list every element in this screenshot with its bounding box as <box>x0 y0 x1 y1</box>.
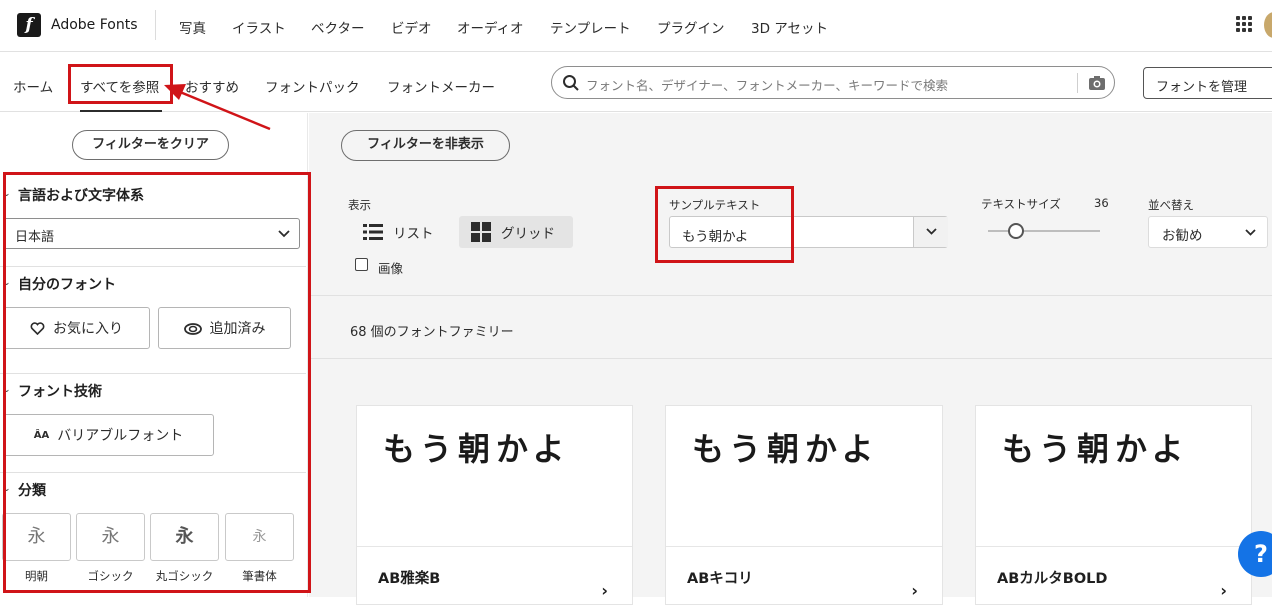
grid-icon <box>471 222 491 242</box>
collapse-chevron-icon[interactable]: ⌄ <box>3 189 11 199</box>
search-icon <box>563 75 579 91</box>
font-card[interactable]: もう朝かよ ABカルタBOLD › <box>975 405 1252 605</box>
list-view-button[interactable]: リスト <box>351 216 446 248</box>
search-input[interactable]: フォント名、デザイナー、フォントメーカー、キーワードで検索 <box>551 66 1115 99</box>
language-section-title[interactable]: 言語および文字体系 <box>18 185 144 205</box>
annotation-arrow <box>164 84 271 131</box>
subnav-foundries[interactable]: フォントメーカー <box>387 76 495 96</box>
favorites-label: お気に入り <box>53 321 123 337</box>
variable-font-icon: ÂA <box>33 429 50 441</box>
divider <box>309 295 1272 296</box>
subnav-home[interactable]: ホーム <box>13 76 53 96</box>
classification-section-title[interactable]: 分類 <box>18 480 46 500</box>
font-card-footer: ABキコリ › <box>666 546 942 606</box>
topnav-photos[interactable]: 写真 <box>179 17 206 37</box>
font-sample-text: もう朝かよ <box>1002 430 1190 468</box>
font-card-footer: AB雅楽B › <box>357 546 632 606</box>
my-fonts-section-title[interactable]: 自分のフォント <box>18 274 116 294</box>
classification-label: 明朝 <box>25 569 48 583</box>
heart-icon <box>30 321 45 335</box>
search-placeholder: フォント名、デザイナー、フォントメーカー、キーワードで検索 <box>586 78 949 93</box>
text-size-slider[interactable] <box>988 230 1100 232</box>
brand-name[interactable]: Adobe Fonts <box>51 17 138 33</box>
text-size-value: 36 <box>1094 196 1109 210</box>
variable-fonts-button[interactable]: ÂA バリアブルフォント <box>3 414 214 456</box>
font-card-footer: ABカルタBOLD › <box>976 546 1251 606</box>
divider <box>0 266 306 267</box>
manage-fonts-button[interactable]: フォントを管理 <box>1143 67 1272 99</box>
topnav-templates[interactable]: テンプレート <box>550 17 631 37</box>
text-size-label: テキストサイズ <box>981 197 1061 211</box>
topnav-videos[interactable]: ビデオ <box>391 17 432 37</box>
collapse-chevron-icon[interactable]: ⌄ <box>3 278 11 288</box>
sort-select[interactable]: お勧め <box>1148 216 1268 248</box>
list-icon <box>363 224 383 240</box>
hide-filters-button[interactable]: フィルターを非表示 <box>341 130 510 161</box>
sample-text-dropdown[interactable] <box>913 217 948 247</box>
classification-label: ゴシック <box>87 569 134 583</box>
sample-text-input[interactable]: もう朝かよ <box>669 216 948 248</box>
added-label: 追加済み <box>209 321 266 337</box>
camera-icon[interactable] <box>1088 75 1106 91</box>
sample-text-label: サンプルテキスト <box>669 198 761 212</box>
chevron-right-icon[interactable]: › <box>911 581 918 600</box>
font-tech-section-title[interactable]: フォント技術 <box>18 381 102 401</box>
avatar[interactable] <box>1264 12 1272 38</box>
divider <box>0 472 306 473</box>
classification-label: 丸ゴシック <box>155 569 214 583</box>
grid-view-label: グリッド <box>501 226 555 242</box>
search-divider <box>1077 73 1078 93</box>
subnav-browse-all[interactable]: すべてを参照 <box>80 76 159 96</box>
font-family-name[interactable]: ABカルタBOLD <box>997 567 1107 588</box>
language-select[interactable]: 日本語 <box>3 218 300 249</box>
adobe-fonts-logo-icon[interactable]: f <box>17 13 41 37</box>
grid-view-button[interactable]: グリッド <box>459 216 573 248</box>
classification-mincho[interactable]: 永 <box>2 513 71 561</box>
divider <box>309 358 1272 359</box>
app-switcher-icon[interactable] <box>1236 16 1253 33</box>
font-card[interactable]: もう朝かよ ABキコリ › <box>665 405 943 605</box>
classification-label: 筆書体 <box>242 569 277 583</box>
divider <box>0 373 306 374</box>
collapse-chevron-icon[interactable]: ⌄ <box>3 385 11 395</box>
chevron-down-icon <box>278 230 290 238</box>
view-label: 表示 <box>348 198 371 212</box>
topnav-3d-assets[interactable]: 3D アセット <box>751 17 828 37</box>
topnav-illustrations[interactable]: イラスト <box>232 17 286 37</box>
list-view-label: リスト <box>393 226 434 242</box>
divider <box>155 10 156 40</box>
language-select-value: 日本語 <box>15 230 55 245</box>
top-bar: f Adobe Fonts 写真 イラスト ベクター ビデオ オーディオ テンプ… <box>0 0 1272 52</box>
topnav-audio[interactable]: オーディオ <box>457 17 524 37</box>
creative-cloud-icon <box>183 322 202 335</box>
chevron-down-icon <box>1245 229 1256 236</box>
font-card[interactable]: もう朝かよ AB雅楽B › <box>356 405 633 605</box>
image-checkbox-label[interactable]: 画像 <box>378 258 403 277</box>
font-sample-text: もう朝かよ <box>692 430 880 468</box>
classification-maru-gothic[interactable]: 永 <box>150 513 219 561</box>
chevron-right-icon[interactable]: › <box>1220 581 1227 600</box>
sort-label: 並べ替え <box>1148 198 1194 212</box>
image-checkbox[interactable] <box>355 258 368 271</box>
active-tab-underline <box>80 110 162 112</box>
text-size-slider-handle[interactable] <box>1008 223 1024 239</box>
chevron-down-icon <box>925 228 937 235</box>
sample-text-value: もう朝かよ <box>682 229 749 245</box>
topnav-vectors[interactable]: ベクター <box>311 17 364 37</box>
result-count: 68 個のフォントファミリー <box>350 325 514 340</box>
topnav-plugins[interactable]: プラグイン <box>657 17 725 37</box>
collapse-chevron-icon[interactable]: ⌄ <box>3 484 11 494</box>
classification-gothic[interactable]: 永 <box>76 513 145 561</box>
font-sample-text: もう朝かよ <box>383 430 571 468</box>
favorites-button[interactable]: お気に入り <box>3 307 150 349</box>
font-family-name[interactable]: AB雅楽B <box>378 567 440 588</box>
classification-brush[interactable]: 永 <box>225 513 294 561</box>
chevron-right-icon[interactable]: › <box>601 581 608 600</box>
font-family-name[interactable]: ABキコリ <box>687 567 753 588</box>
variable-fonts-label: バリアブルフォント <box>57 428 184 444</box>
sort-value: お勧め <box>1162 228 1203 244</box>
added-button[interactable]: 追加済み <box>158 307 291 349</box>
subnav-font-packs[interactable]: フォントパック <box>265 76 360 96</box>
